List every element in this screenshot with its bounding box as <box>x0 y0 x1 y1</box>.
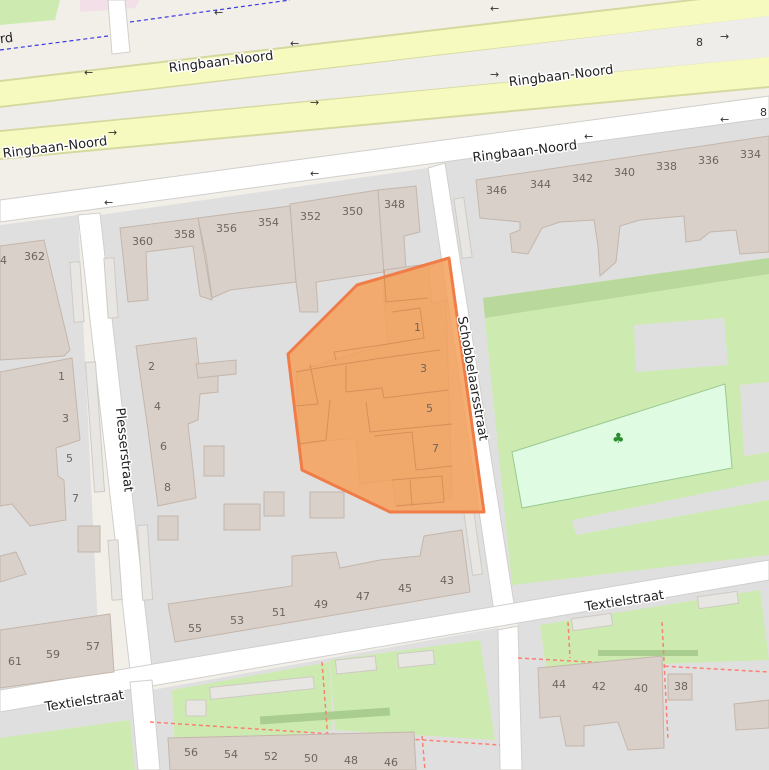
svg-text:1: 1 <box>58 370 65 383</box>
svg-text:360: 360 <box>132 235 153 248</box>
svg-text:350: 350 <box>342 205 363 218</box>
svg-text:53: 53 <box>230 614 244 627</box>
svg-text:356: 356 <box>216 222 237 235</box>
svg-text:→: → <box>490 68 499 81</box>
svg-text:50: 50 <box>304 752 318 765</box>
svg-text:49: 49 <box>314 598 328 611</box>
svg-text:61: 61 <box>8 655 22 668</box>
svg-text:334: 334 <box>740 148 761 161</box>
svg-text:1: 1 <box>414 321 421 334</box>
svg-text:42: 42 <box>592 680 606 693</box>
svg-text:8: 8 <box>164 481 171 494</box>
svg-text:→: → <box>720 30 729 43</box>
svg-text:6: 6 <box>160 440 167 453</box>
svg-text:43: 43 <box>440 574 454 587</box>
svg-text:5: 5 <box>66 452 73 465</box>
svg-text:←: ← <box>214 6 223 19</box>
svg-text:57: 57 <box>86 640 100 653</box>
svg-text:46: 46 <box>384 756 398 769</box>
svg-text:358: 358 <box>174 228 195 241</box>
playground-icon: ♣ <box>612 431 625 447</box>
svg-text:←: ← <box>310 167 319 180</box>
svg-text:←: ← <box>290 37 299 50</box>
svg-text:336: 336 <box>698 154 719 167</box>
svg-text:59: 59 <box>46 648 60 661</box>
svg-text:→: → <box>310 96 319 109</box>
svg-text:44: 44 <box>552 678 566 691</box>
svg-text:8: 8 <box>696 36 703 49</box>
svg-text:8: 8 <box>760 106 767 119</box>
svg-text:346: 346 <box>486 184 507 197</box>
svg-text:7: 7 <box>72 492 79 505</box>
svg-text:51: 51 <box>272 606 286 619</box>
svg-text:354: 354 <box>258 216 279 229</box>
svg-text:←: ← <box>584 130 593 143</box>
map-canvas[interactable]: ♣ Ringbaan-Noord Ringbaan-Noord Ringbaan… <box>0 0 769 770</box>
svg-text:52: 52 <box>264 750 278 763</box>
svg-text:54: 54 <box>224 748 238 761</box>
svg-text:48: 48 <box>344 754 358 767</box>
svg-text:7: 7 <box>432 442 439 455</box>
svg-text:←: ← <box>104 196 113 209</box>
svg-text:340: 340 <box>614 166 635 179</box>
svg-text:55: 55 <box>188 622 202 635</box>
svg-text:45: 45 <box>398 582 412 595</box>
svg-text:40: 40 <box>634 682 648 695</box>
svg-text:5: 5 <box>426 402 433 415</box>
svg-text:4: 4 <box>0 254 7 267</box>
svg-text:←: ← <box>84 66 93 79</box>
svg-text:338: 338 <box>656 160 677 173</box>
svg-text:→: → <box>108 126 117 139</box>
svg-text:47: 47 <box>356 590 370 603</box>
svg-text:38: 38 <box>674 680 688 693</box>
svg-text:352: 352 <box>300 210 321 223</box>
svg-text:←: ← <box>490 2 499 15</box>
svg-text:348: 348 <box>384 198 405 211</box>
svg-text:←: ← <box>720 113 729 126</box>
street-label-partial: rd <box>0 31 14 48</box>
svg-text:4: 4 <box>154 400 161 413</box>
svg-text:3: 3 <box>420 362 427 375</box>
school-grounds <box>483 258 769 585</box>
svg-text:56: 56 <box>184 746 198 759</box>
svg-text:362: 362 <box>24 250 45 263</box>
svg-text:2: 2 <box>148 360 155 373</box>
svg-text:342: 342 <box>572 172 593 185</box>
svg-text:3: 3 <box>62 412 69 425</box>
svg-text:344: 344 <box>530 178 551 191</box>
